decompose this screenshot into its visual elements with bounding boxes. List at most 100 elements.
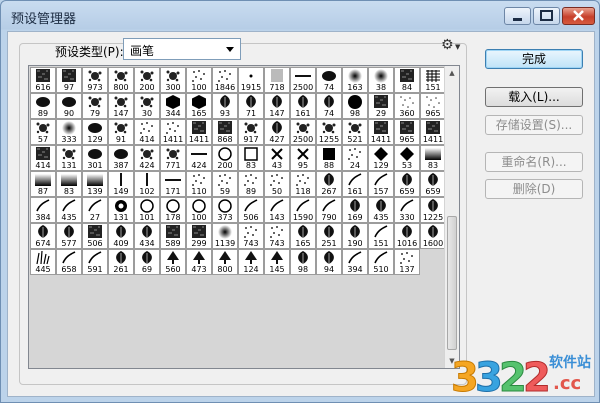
brush-preset-item[interactable]: 261 [108, 249, 134, 275]
brush-preset-item[interactable]: 169 [342, 197, 368, 223]
brush-preset-item[interactable]: 414 [134, 119, 160, 145]
brush-preset-item[interactable]: 118 [290, 171, 316, 197]
brush-preset-item[interactable]: 161 [342, 171, 368, 197]
brush-preset-item[interactable]: 101 [134, 197, 160, 223]
brush-preset-item[interactable]: 131 [56, 145, 82, 171]
brush-preset-item[interactable]: 1139 [212, 223, 238, 249]
brush-preset-item[interactable]: 1225 [420, 197, 446, 223]
brush-preset-item[interactable]: 591 [82, 249, 108, 275]
brush-preset-item[interactable]: 299 [186, 223, 212, 249]
brush-preset-item[interactable]: 577 [56, 223, 82, 249]
done-button[interactable]: 完成 [485, 49, 583, 69]
brush-preset-item[interactable]: 409 [108, 223, 134, 249]
brush-preset-item[interactable]: 139 [82, 171, 108, 197]
brush-preset-list[interactable]: 616 97 973 800 200 300 100 1846 1915 718 2500 74 163… [28, 65, 460, 369]
brush-preset-item[interactable]: 659 [394, 171, 420, 197]
brush-preset-item[interactable]: 394 [342, 249, 368, 275]
brush-preset-item[interactable]: 74 [316, 93, 342, 119]
brush-preset-item[interactable]: 88 [316, 145, 342, 171]
brush-preset-item[interactable]: 330 [394, 197, 420, 223]
brush-preset-item[interactable]: 1411 [368, 119, 394, 145]
save-set-button[interactable]: 存储设置(S)... [485, 115, 583, 135]
brush-preset-item[interactable]: 1600 [420, 223, 446, 249]
brush-preset-item[interactable]: 384 [30, 197, 56, 223]
brush-preset-item[interactable]: 743 [264, 223, 290, 249]
brush-preset-item[interactable]: 1016 [394, 223, 420, 249]
brush-preset-item[interactable]: 718 [264, 67, 290, 93]
brush-preset-item[interactable]: 50 [264, 171, 290, 197]
brush-preset-item[interactable]: 151 [420, 67, 446, 93]
brush-preset-item[interactable]: 427 [264, 119, 290, 145]
title-bar[interactable]: 预设管理器 [1, 1, 599, 31]
brush-preset-item[interactable]: 59 [212, 171, 238, 197]
brush-preset-item[interactable]: 190 [342, 223, 368, 249]
brush-preset-item[interactable]: 83 [238, 145, 264, 171]
brush-preset-item[interactable]: 506 [238, 197, 264, 223]
brush-preset-item[interactable]: 53 [394, 145, 420, 171]
brush-preset-item[interactable]: 267 [316, 171, 342, 197]
brush-preset-item[interactable]: 616 [30, 67, 56, 93]
brush-preset-item[interactable]: 137 [394, 249, 420, 275]
vertical-scrollbar[interactable]: ▲ ▼ [444, 66, 459, 368]
brush-preset-item[interactable]: 89 [238, 171, 264, 197]
brush-preset-item[interactable]: 98 [290, 249, 316, 275]
brush-preset-item[interactable]: 2500 [290, 119, 316, 145]
brush-preset-item[interactable]: 800 [108, 67, 134, 93]
brush-preset-item[interactable]: 506 [82, 223, 108, 249]
brush-preset-item[interactable]: 473 [186, 249, 212, 275]
brush-preset-item[interactable]: 91 [108, 119, 134, 145]
brush-preset-item[interactable]: 69 [134, 249, 160, 275]
brush-preset-item[interactable]: 333 [56, 119, 82, 145]
brush-preset-item[interactable]: 97 [56, 67, 82, 93]
brush-preset-item[interactable]: 300 [160, 67, 186, 93]
brush-preset-item[interactable]: 1590 [290, 197, 316, 223]
brush-preset-item[interactable]: 387 [108, 145, 134, 171]
brush-preset-item[interactable]: 57 [30, 119, 56, 145]
brush-preset-item[interactable]: 165 [186, 93, 212, 119]
brush-preset-item[interactable]: 157 [368, 171, 394, 197]
brush-preset-item[interactable]: 129 [82, 119, 108, 145]
brush-preset-item[interactable]: 43 [264, 145, 290, 171]
maximize-button[interactable] [533, 7, 560, 25]
brush-preset-item[interactable]: 171 [160, 171, 186, 197]
brush-preset-item[interactable]: 100 [186, 197, 212, 223]
brush-preset-item[interactable]: 102 [134, 171, 160, 197]
brush-preset-item[interactable]: 90 [56, 93, 82, 119]
brush-preset-item[interactable]: 110 [186, 171, 212, 197]
brush-preset-item[interactable]: 658 [56, 249, 82, 275]
brush-preset-item[interactable]: 435 [56, 197, 82, 223]
brush-preset-item[interactable]: 965 [420, 93, 446, 119]
brush-preset-item[interactable]: 147 [264, 93, 290, 119]
brush-preset-item[interactable]: 659 [420, 171, 446, 197]
brush-preset-item[interactable]: 71 [238, 93, 264, 119]
brush-preset-item[interactable]: 131 [108, 197, 134, 223]
brush-preset-item[interactable]: 149 [108, 171, 134, 197]
brush-preset-item[interactable]: 771 [160, 145, 186, 171]
brush-preset-item[interactable]: 87 [30, 171, 56, 197]
brush-preset-item[interactable]: 29 [368, 93, 394, 119]
brush-preset-item[interactable]: 435 [368, 197, 394, 223]
close-button[interactable] [562, 7, 595, 25]
brush-preset-item[interactable]: 800 [212, 249, 238, 275]
brush-preset-item[interactable]: 445 [30, 249, 56, 275]
brush-preset-item[interactable]: 521 [342, 119, 368, 145]
brush-preset-item[interactable]: 38 [368, 67, 394, 93]
brush-preset-item[interactable]: 27 [82, 197, 108, 223]
brush-preset-item[interactable]: 589 [160, 223, 186, 249]
brush-preset-item[interactable]: 965 [394, 119, 420, 145]
brush-preset-item[interactable]: 1255 [316, 119, 342, 145]
brush-preset-item[interactable]: 973 [82, 67, 108, 93]
brush-preset-item[interactable]: 124 [238, 249, 264, 275]
brush-preset-item[interactable]: 434 [134, 223, 160, 249]
load-button[interactable]: 载入(L)... [485, 87, 583, 107]
brush-preset-item[interactable]: 165 [290, 223, 316, 249]
brush-preset-item[interactable]: 24 [342, 145, 368, 171]
brush-preset-item[interactable]: 74 [316, 67, 342, 93]
brush-preset-item[interactable]: 743 [238, 223, 264, 249]
brush-preset-item[interactable]: 129 [368, 145, 394, 171]
brush-preset-item[interactable]: 674 [30, 223, 56, 249]
brush-preset-item[interactable]: 510 [368, 249, 394, 275]
brush-preset-item[interactable]: 93 [212, 93, 238, 119]
brush-preset-item[interactable]: 94 [316, 249, 342, 275]
brush-preset-item[interactable]: 868 [212, 119, 238, 145]
